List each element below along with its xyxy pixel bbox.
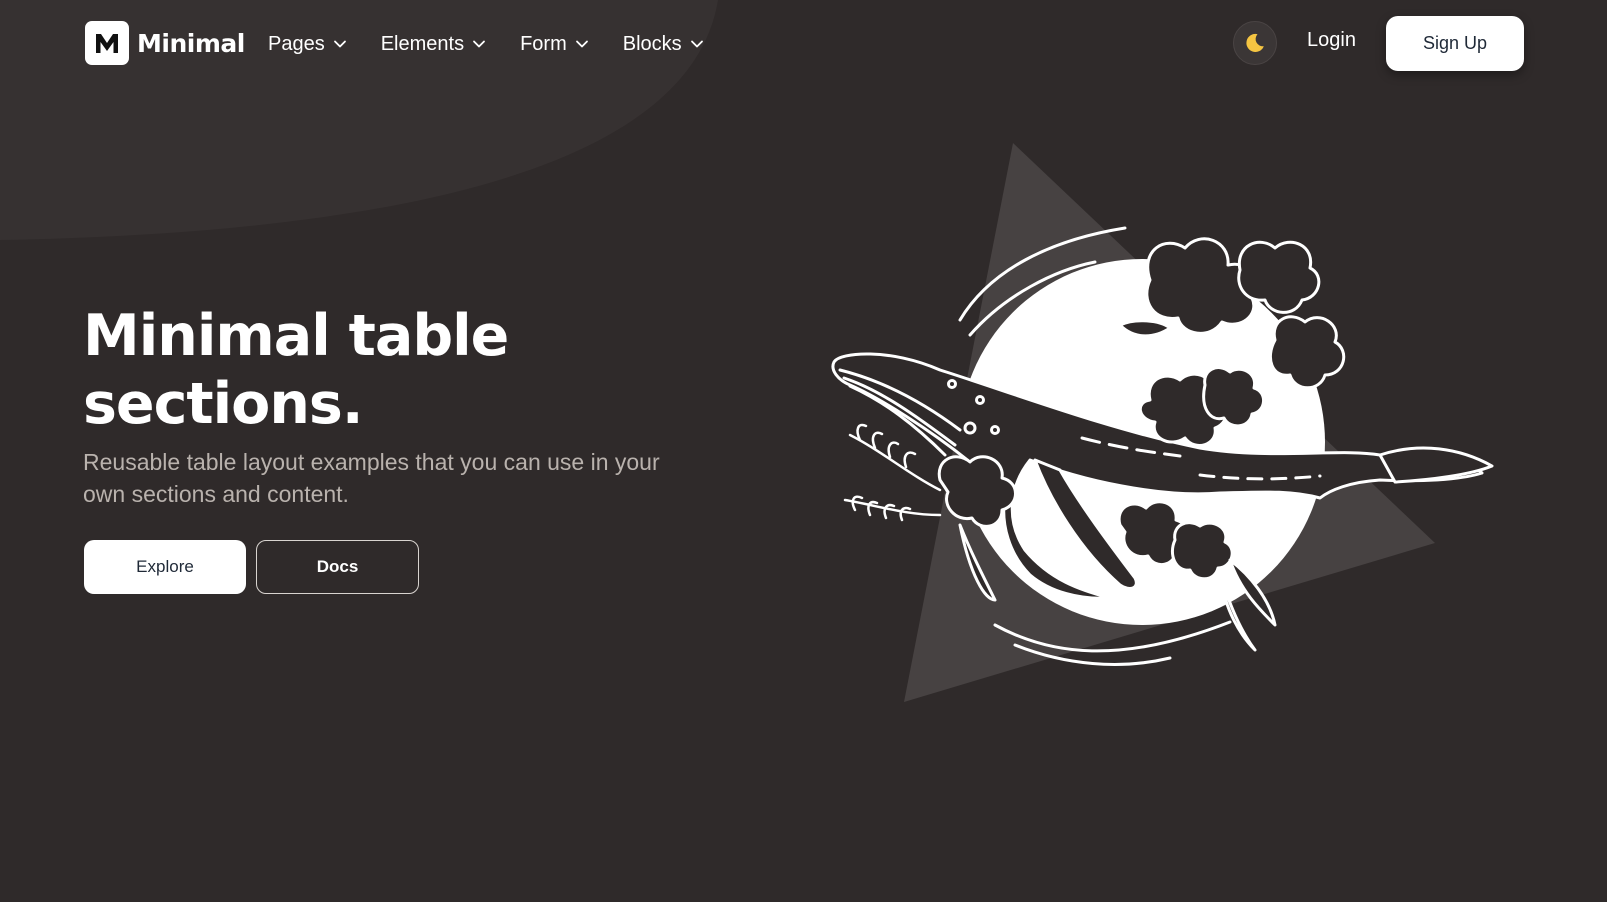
nav-item-label: Pages <box>268 32 325 55</box>
nav-item-form[interactable]: Form <box>520 33 589 56</box>
login-link[interactable]: Login <box>1307 29 1356 52</box>
chevron-down-icon <box>690 40 703 48</box>
explore-button[interactable]: Explore <box>84 540 246 594</box>
brand-logo[interactable]: Minimal <box>85 21 245 65</box>
page: Minimal Pages Elements Form Blocks Login… <box>0 0 1607 902</box>
chevron-down-icon <box>575 40 588 48</box>
nav-item-elements[interactable]: Elements <box>381 33 486 56</box>
logo-mark-icon <box>85 21 129 65</box>
fern-leaves <box>843 423 942 522</box>
main-nav: Pages Elements Form Blocks <box>268 27 738 61</box>
hero-subtitle: Reusable table layout examples that you … <box>83 449 660 507</box>
moon-icon <box>1246 33 1264 52</box>
whale-illustration <box>831 143 1494 702</box>
sign-up-button[interactable]: Sign Up <box>1386 16 1524 71</box>
theme-toggle-button[interactable] <box>1233 21 1277 65</box>
docs-button[interactable]: Docs <box>256 540 419 594</box>
brand-name: Minimal <box>137 28 245 58</box>
site-header: Minimal Pages Elements Form Blocks Login… <box>0 0 1607 88</box>
chevron-down-icon <box>473 40 485 48</box>
nav-item-pages[interactable]: Pages <box>268 33 347 56</box>
chevron-down-icon <box>333 40 346 48</box>
nav-item-label: Elements <box>380 32 465 55</box>
nav-item-blocks[interactable]: Blocks <box>623 33 704 56</box>
nav-item-label: Blocks <box>622 32 682 55</box>
nav-item-label: Form <box>520 32 567 55</box>
hero-title: Minimal table sections. <box>83 303 509 437</box>
